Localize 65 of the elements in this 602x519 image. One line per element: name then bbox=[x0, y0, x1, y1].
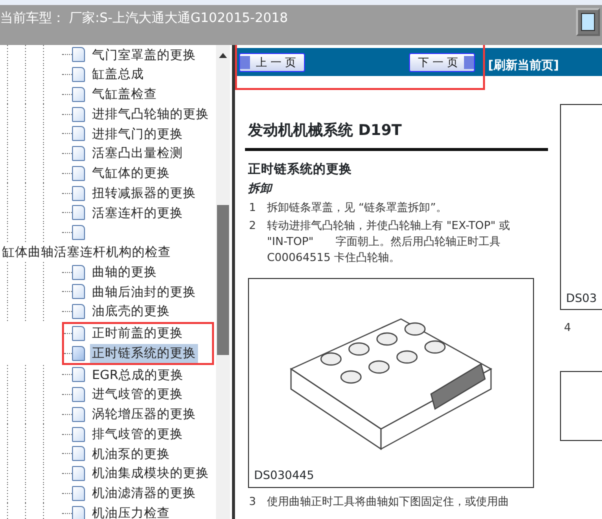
tree-item[interactable]: 正时链系统的更换 bbox=[90, 344, 198, 362]
page-icon bbox=[72, 506, 85, 519]
page-icon bbox=[72, 406, 85, 422]
tree-item[interactable]: 缸盖总成 bbox=[90, 65, 146, 84]
page-icon bbox=[72, 387, 85, 402]
page-icon bbox=[72, 466, 85, 482]
tree-item[interactable]: 曲轴的更换 bbox=[90, 262, 159, 282]
tree-item[interactable]: 进排气凸轮轴的更换 bbox=[90, 104, 211, 124]
page-icon bbox=[72, 205, 85, 220]
page-icon bbox=[72, 106, 85, 122]
page-icon bbox=[72, 284, 85, 300]
tree-item[interactable]: 涡轮增压器的更换 bbox=[90, 405, 198, 424]
step-text: 使用曲轴正时工具将曲轴如下图固定住，或使用曲 bbox=[267, 494, 509, 510]
page-icon bbox=[72, 225, 85, 240]
figure-caption: DS030445 bbox=[253, 467, 316, 484]
tree-item[interactable]: 活塞凸出量检测 bbox=[90, 144, 185, 163]
step-number: 4 bbox=[563, 320, 572, 336]
page-icon bbox=[72, 486, 85, 501]
subsection-heading: 拆卸 bbox=[248, 180, 274, 198]
page-icon bbox=[72, 126, 85, 142]
page-icon bbox=[72, 304, 85, 320]
tree-item[interactable]: 机油集成模块的更换 bbox=[90, 464, 211, 483]
page-icon bbox=[72, 264, 85, 280]
page-icon bbox=[72, 446, 85, 462]
tree-item[interactable]: 进排气门的更换 bbox=[90, 124, 185, 144]
step-number: 2 bbox=[248, 218, 257, 234]
page-icon bbox=[72, 67, 85, 82]
tree-item[interactable]: 缸体曲轴活塞连杆机构的检查 bbox=[0, 243, 173, 262]
tree-item[interactable]: 气缸体的更换 bbox=[90, 164, 172, 183]
tree-item[interactable]: 机油压力检查 bbox=[90, 504, 172, 519]
page-icon bbox=[72, 47, 85, 62]
page-icon bbox=[72, 367, 85, 382]
tree-item[interactable]: 气门室罩盖的更换 bbox=[90, 46, 198, 64]
tree-item[interactable]: 机油滤清器的更换 bbox=[90, 484, 198, 503]
page-icon bbox=[72, 146, 85, 162]
tree-item[interactable]: 正时前盖的更换 bbox=[90, 324, 185, 343]
scrollbar[interactable] bbox=[216, 45, 230, 519]
step-text: 拆卸链条罩盖，见 “链条罩盖拆卸”。 bbox=[267, 200, 447, 216]
tree-item[interactable]: 机油泵的更换 bbox=[90, 444, 172, 464]
figure-caption: DS03 bbox=[565, 290, 598, 307]
step-text: 转动进排气凸轮轴，并使凸轮轴上有 "EX-TOP" 或 "IN-TOP" 字面朝上。然后用凸轮轴正时工具 C00064515 卡住凸轮轴。 bbox=[267, 218, 512, 266]
panel-toggle-button[interactable] bbox=[576, 8, 600, 36]
section-heading: 正时链系统的更换 bbox=[248, 160, 353, 178]
page-icon bbox=[72, 426, 85, 442]
previous-page-button[interactable]: 上 一 页 bbox=[239, 52, 305, 72]
page-icon bbox=[72, 346, 85, 361]
figure-frame bbox=[560, 371, 602, 441]
step-number: 3 bbox=[248, 494, 257, 510]
page-icon bbox=[72, 186, 85, 201]
page-icon bbox=[72, 86, 85, 102]
tree-item[interactable]: 曲轴后油封的更换 bbox=[90, 282, 198, 302]
tree-item[interactable]: 排气歧管的更换 bbox=[90, 424, 185, 444]
tree-item[interactable]: 气缸盖检查 bbox=[90, 85, 159, 104]
tree-item[interactable]: 油底壳的更换 bbox=[90, 302, 172, 321]
next-page-button[interactable]: 下 一 页 bbox=[409, 52, 475, 72]
step-number: 1 bbox=[248, 200, 257, 216]
refresh-link[interactable]: [刷新当前页] bbox=[488, 56, 559, 74]
page-icon bbox=[72, 326, 85, 341]
window-title: 当前车型： 厂家:S-上汽大通大通G102015-2018 bbox=[0, 10, 288, 28]
document-title: 发动机机械系统 D19T bbox=[248, 120, 403, 141]
tree-item[interactable]: 扭转减振器的更换 bbox=[90, 184, 198, 202]
page-icon bbox=[72, 166, 85, 181]
tree-item[interactable]: 进气歧管的更换 bbox=[90, 385, 185, 404]
tree-item[interactable]: EGR总成的更换 bbox=[90, 366, 186, 384]
tree-item[interactable]: 活塞连杆的更换 bbox=[90, 204, 185, 222]
